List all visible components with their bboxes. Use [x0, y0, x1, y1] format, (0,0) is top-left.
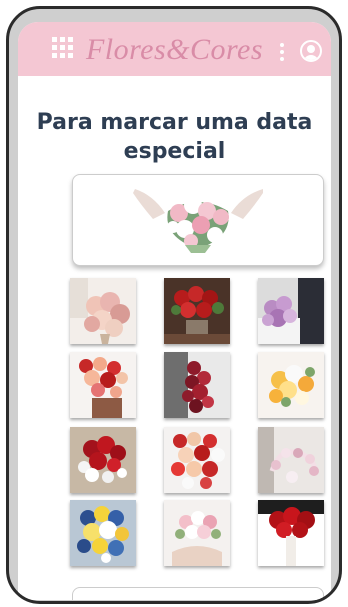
app-screen: Flores&Cores Para marcar uma data especi…: [18, 22, 331, 600]
gallery-item[interactable]: [258, 427, 324, 493]
featured-bouquet-image: [123, 187, 273, 253]
gallery-item[interactable]: [258, 500, 324, 566]
gallery-item[interactable]: [164, 500, 230, 566]
gallery-item[interactable]: [164, 352, 230, 418]
gallery-item[interactable]: [164, 427, 230, 493]
brand-logo[interactable]: Flores&Cores: [18, 33, 331, 67]
section-title: Para marcar uma data especial: [36, 110, 313, 164]
gallery-item[interactable]: [258, 352, 324, 418]
gallery-item[interactable]: [70, 278, 136, 344]
featured-card[interactable]: [72, 174, 324, 266]
gallery-item[interactable]: [70, 352, 136, 418]
gallery-item[interactable]: [164, 278, 230, 344]
gallery-item[interactable]: [70, 427, 136, 493]
gallery-item[interactable]: [70, 500, 136, 566]
kebab-icon[interactable]: [280, 43, 284, 61]
account-icon[interactable]: [300, 40, 322, 62]
next-card[interactable]: [72, 587, 324, 600]
gallery-item[interactable]: [258, 278, 324, 344]
app-bar: Flores&Cores: [18, 22, 331, 76]
phone-frame: Flores&Cores Para marcar uma data especi…: [6, 6, 342, 604]
